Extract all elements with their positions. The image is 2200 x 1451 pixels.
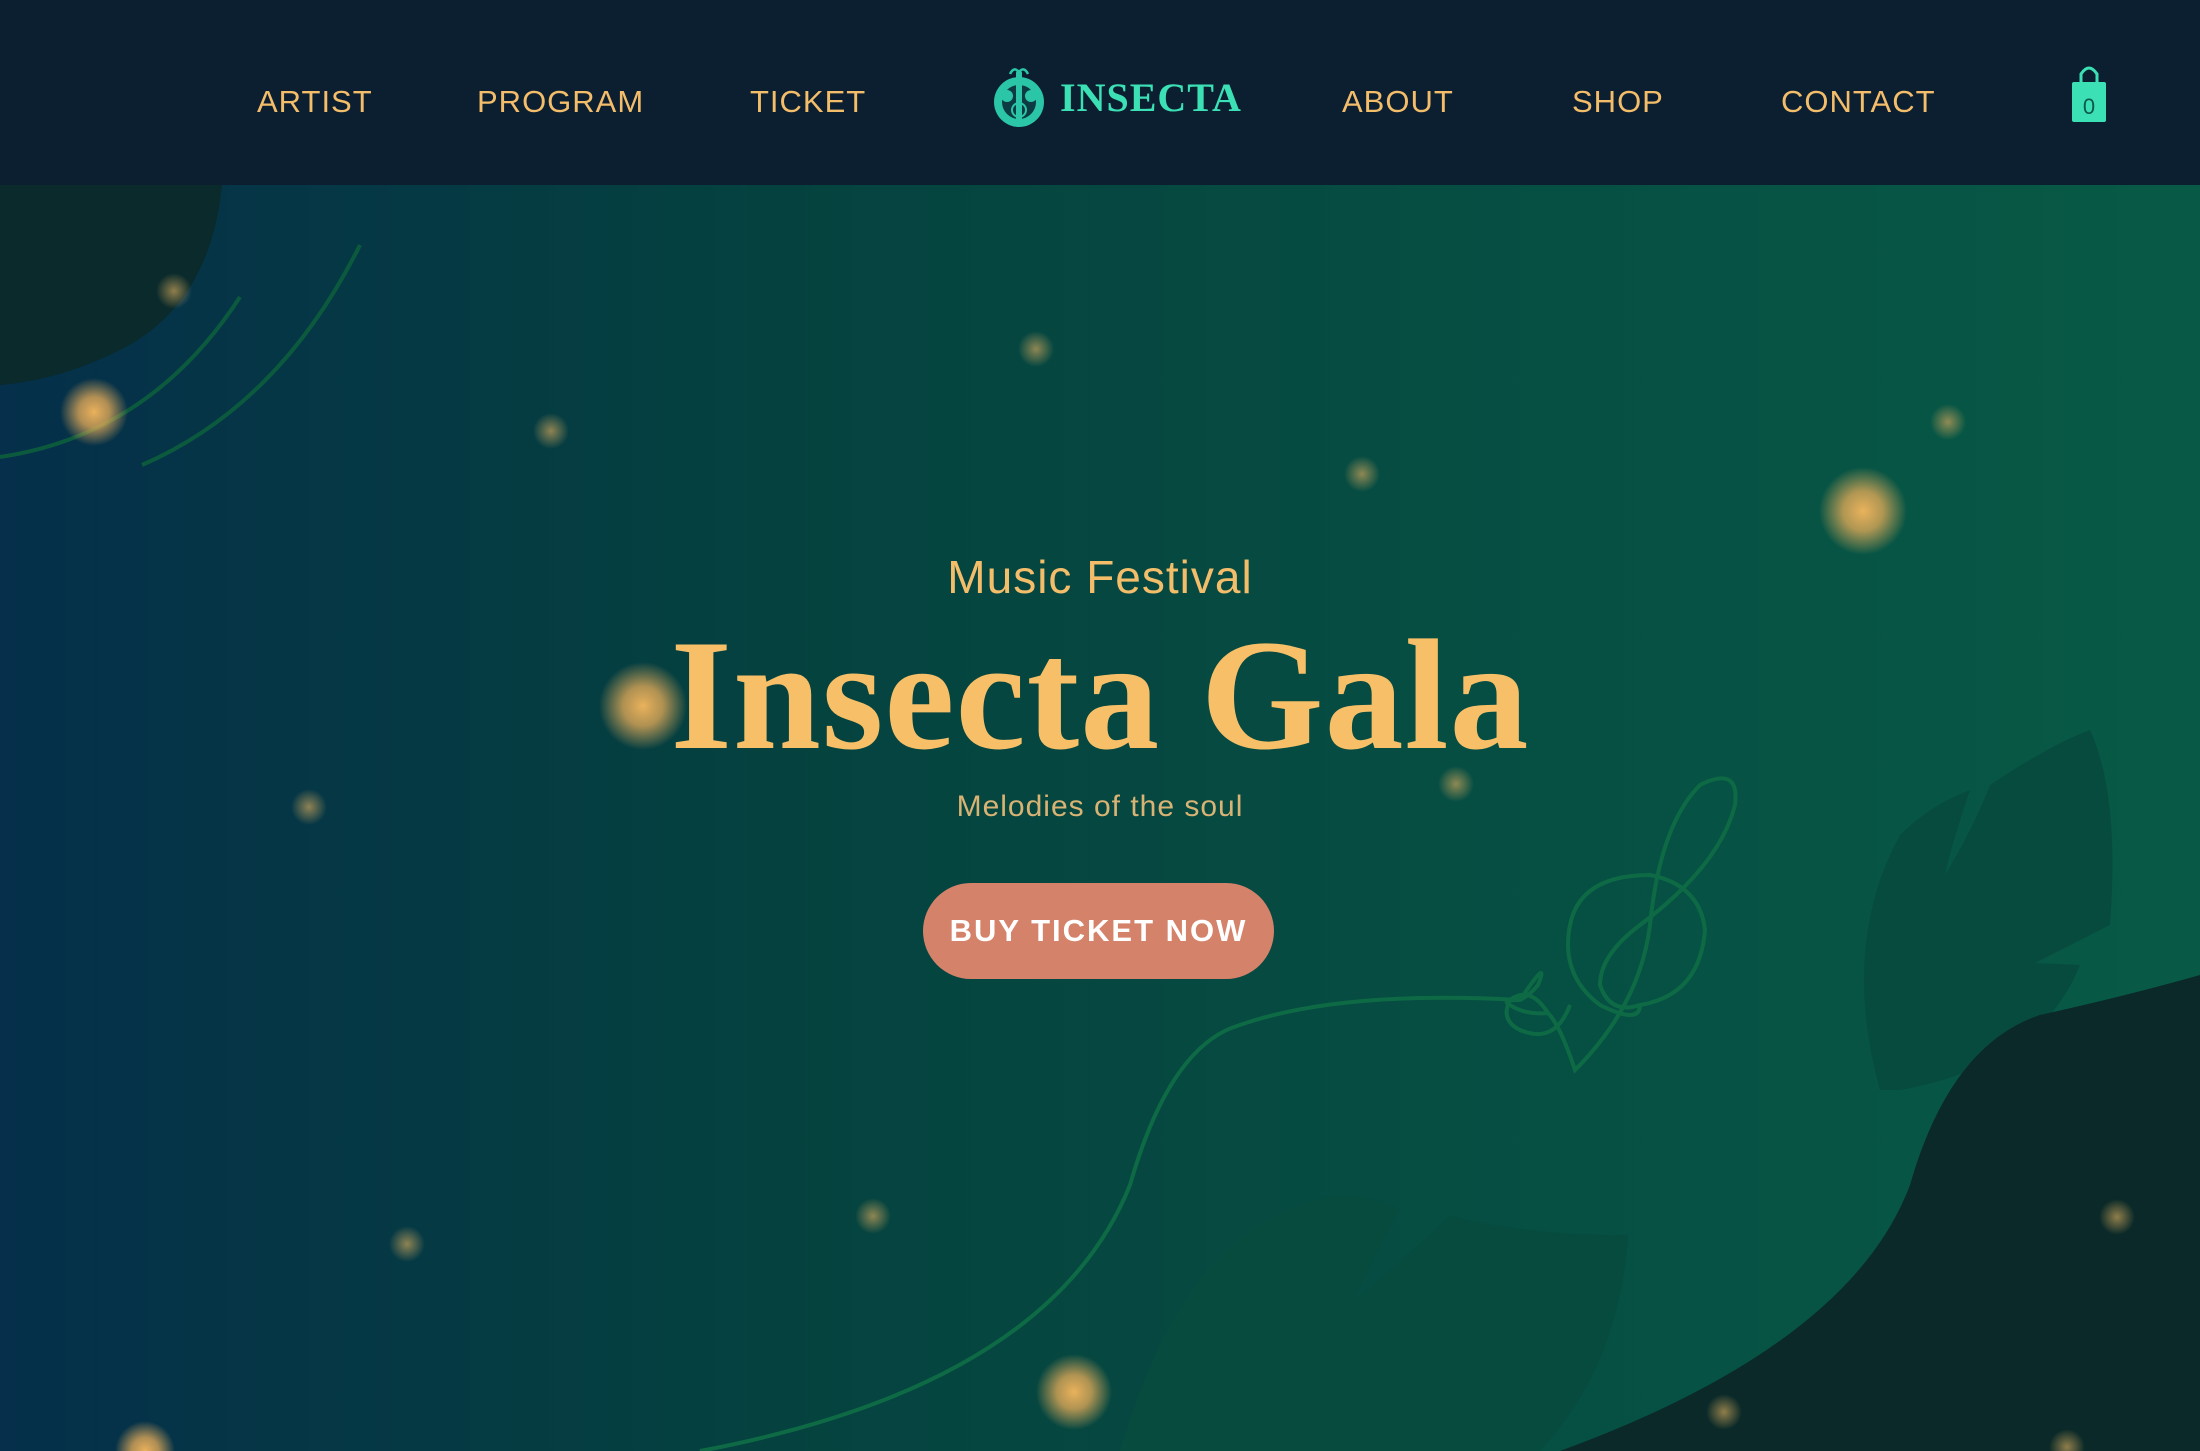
- hero-section: Music Festival Insecta Gala Melodies of …: [0, 185, 2200, 1451]
- buy-ticket-button[interactable]: BUY TICKET NOW: [923, 883, 1274, 979]
- site-logo[interactable]: INSECTA: [990, 62, 1242, 132]
- top-navigation: ARTIST PROGRAM TICKET INSECTA ABOUT SHOP…: [0, 0, 2200, 185]
- hero-tagline: Melodies of the soul: [956, 790, 1244, 823]
- hero-content: Music Festival Insecta Gala Melodies of …: [0, 185, 2200, 1451]
- nav-link-ticket[interactable]: TICKET: [750, 84, 866, 124]
- nav-link-shop[interactable]: SHOP: [1572, 84, 1664, 124]
- hero-title: Insecta Gala: [670, 608, 1530, 783]
- cart-button[interactable]: 0: [2070, 62, 2108, 124]
- hero-subtitle: Music Festival: [947, 551, 1253, 603]
- beetle-guitar-logo-icon: [994, 68, 1044, 127]
- nav-link-artist[interactable]: ARTIST: [257, 84, 373, 124]
- nav-link-about[interactable]: ABOUT: [1342, 84, 1454, 124]
- nav-link-program[interactable]: PROGRAM: [477, 84, 644, 124]
- logo-wordmark: INSECTA: [1060, 74, 1242, 120]
- nav-link-contact[interactable]: CONTACT: [1781, 84, 1936, 124]
- cart-count-badge: 0: [2082, 94, 2096, 119]
